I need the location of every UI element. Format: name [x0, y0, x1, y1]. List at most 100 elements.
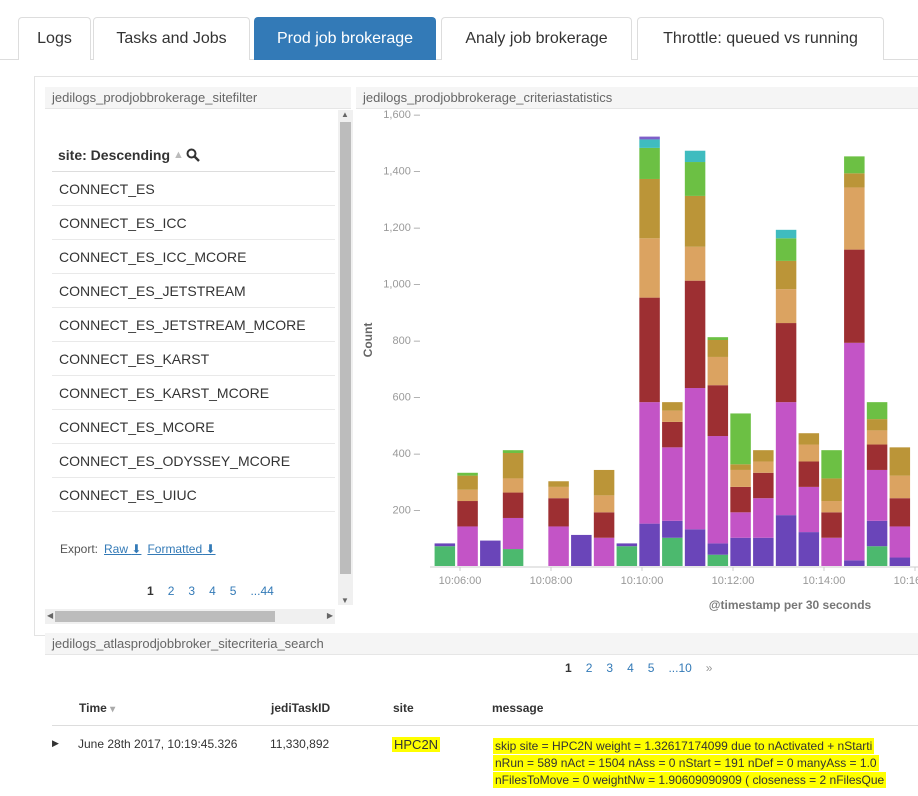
page-link[interactable]: 5: [641, 661, 662, 675]
tab-throttle[interactable]: Throttle: queued vs running: [637, 17, 884, 60]
export-formatted-link[interactable]: Formatted ⬇︎: [147, 542, 215, 556]
row-message-line: nRun = 589 nAct = 1504 nAss = 0 nStart =…: [493, 755, 879, 771]
sort-icon[interactable]: ▲︎: [173, 149, 184, 161]
bar-segment: [593, 469, 615, 496]
horizontal-scrollbar[interactable]: ◀ ▶: [45, 609, 335, 624]
page-link[interactable]: 1: [140, 584, 161, 598]
bar-segment: [639, 139, 660, 148]
row-time: June 28th 2017, 10:19:45.326: [78, 737, 238, 751]
site-row[interactable]: CONNECT_ES_MCORE: [52, 410, 335, 444]
scroll-up-icon[interactable]: ▲: [341, 110, 349, 119]
bar-segment: [866, 444, 888, 470]
bar-segment: [548, 481, 569, 487]
bar-segment: [434, 543, 456, 547]
export-raw-link[interactable]: Raw ⬇︎: [104, 542, 141, 556]
tab-tasks-and-jobs[interactable]: Tasks and Jobs: [93, 17, 250, 60]
bar-segment: [844, 342, 865, 561]
bar-segment: [548, 498, 569, 527]
row-jeditaskid: 11,330,892: [270, 737, 330, 751]
scroll-down-icon[interactable]: ▼: [341, 596, 349, 605]
next-page-link[interactable]: »: [699, 661, 720, 675]
tab-logs[interactable]: Logs: [18, 17, 91, 60]
x-tick-label: 10:14:00: [803, 575, 846, 587]
page-link[interactable]: 4: [620, 661, 641, 675]
bar-segment: [707, 385, 729, 437]
bar-segment: [889, 526, 911, 558]
bar-segment: [616, 546, 638, 566]
bar-segment: [434, 546, 456, 566]
tab-analy-job-brokerage[interactable]: Analy job brokerage: [441, 17, 632, 60]
bar-segment: [707, 356, 729, 386]
column-jeditaskid[interactable]: jediTaskID: [271, 701, 330, 715]
bar-segment: [775, 402, 797, 516]
site-header-label: site: Descending: [58, 146, 171, 163]
bar-segment: [457, 472, 478, 476]
page-link[interactable]: ...10: [661, 661, 698, 675]
bar-segment: [844, 173, 865, 188]
bar-segment: [821, 450, 842, 479]
vertical-scrollbar[interactable]: ▲ ▼: [338, 110, 353, 605]
x-tick-label: 10:12:00: [712, 575, 755, 587]
page-link[interactable]: ...44: [243, 584, 280, 598]
bar-segment: [775, 289, 797, 324]
tab-prod-job-brokerage[interactable]: Prod job brokerage: [254, 17, 436, 60]
bar-segment: [662, 421, 683, 448]
x-axis-label: @timestamp per 30 seconds: [709, 598, 872, 612]
bar-segment: [457, 526, 478, 566]
y-tick-label: 200 –: [392, 505, 420, 517]
results-header: Time ▾ jediTaskID site message: [52, 690, 918, 726]
page-link[interactable]: 5: [223, 584, 244, 598]
bar-segment: [866, 402, 888, 420]
column-time[interactable]: Time ▾: [79, 701, 115, 715]
bar-segment: [844, 560, 865, 566]
bar-segment: [889, 498, 911, 527]
bar-segment: [593, 512, 615, 538]
bar-segment: [639, 136, 660, 140]
page-link[interactable]: 2: [579, 661, 600, 675]
bar-segment: [548, 486, 569, 499]
site-column-header[interactable]: site: Descending ▲︎: [52, 138, 335, 172]
site-row[interactable]: CONNECT_ES: [52, 172, 335, 206]
search-pagination: 1 2 3 4 5 ...10 »: [558, 661, 719, 675]
column-message[interactable]: message: [492, 701, 543, 715]
vertical-scroll-thumb[interactable]: [340, 122, 351, 574]
export-label: Export:: [60, 542, 99, 556]
sitefilter-pagination: 1 2 3 4 5 ...44: [140, 584, 281, 598]
site-row[interactable]: CONNECT_ES_ICC: [52, 206, 335, 240]
bar-segment: [684, 388, 706, 530]
site-row[interactable]: CONNECT_ES_ODYSSEY_MCORE: [52, 444, 335, 478]
row-site: HPC2N: [392, 737, 441, 752]
page-link[interactable]: 4: [202, 584, 223, 598]
bar-segment: [639, 238, 660, 298]
expand-row-icon[interactable]: ▶: [52, 738, 59, 749]
bar-segment: [775, 260, 797, 290]
bar-segment: [775, 323, 797, 403]
site-row[interactable]: CONNECT_ES_KARST_MCORE: [52, 376, 335, 410]
site-row[interactable]: CONNECT_ES_KARST: [52, 342, 335, 376]
bar-segment: [593, 537, 615, 566]
column-site[interactable]: site: [393, 701, 414, 715]
criteria-chart: 200 – 400 – 600 – 800 – 1,000 – 1,200 – 1,400 …: [361, 109, 918, 612]
bar-segment: [798, 486, 820, 533]
bar-segment: [844, 156, 865, 174]
page-link[interactable]: 3: [181, 584, 202, 598]
bar-segment: [502, 450, 524, 453]
horizontal-scroll-thumb[interactable]: [55, 611, 275, 622]
page-link[interactable]: 2: [161, 584, 182, 598]
site-row[interactable]: CONNECT_ES_UIUC: [52, 478, 335, 512]
y-tick-label: 1,200 –: [383, 222, 421, 234]
bar-segment: [684, 195, 706, 247]
page-link[interactable]: 1: [558, 661, 579, 675]
scroll-left-icon[interactable]: ◀: [47, 611, 53, 620]
y-axis-label: Count: [361, 323, 375, 358]
search-icon[interactable]: [186, 148, 200, 162]
site-row[interactable]: CONNECT_ES_ICC_MCORE: [52, 240, 335, 274]
scroll-right-icon[interactable]: ▶: [327, 611, 333, 620]
y-tick-label: 1,400 –: [383, 166, 421, 178]
site-row[interactable]: CONNECT_ES_JETSTREAM: [52, 274, 335, 308]
site-row[interactable]: CONNECT_ES_JETSTREAM_MCORE: [52, 308, 335, 342]
sitefilter-panel-title: jedilogs_prodjobbrokerage_sitefilter: [45, 87, 351, 109]
bar-segment: [707, 554, 729, 566]
page-link[interactable]: 3: [599, 661, 620, 675]
bar-segment: [662, 520, 683, 538]
